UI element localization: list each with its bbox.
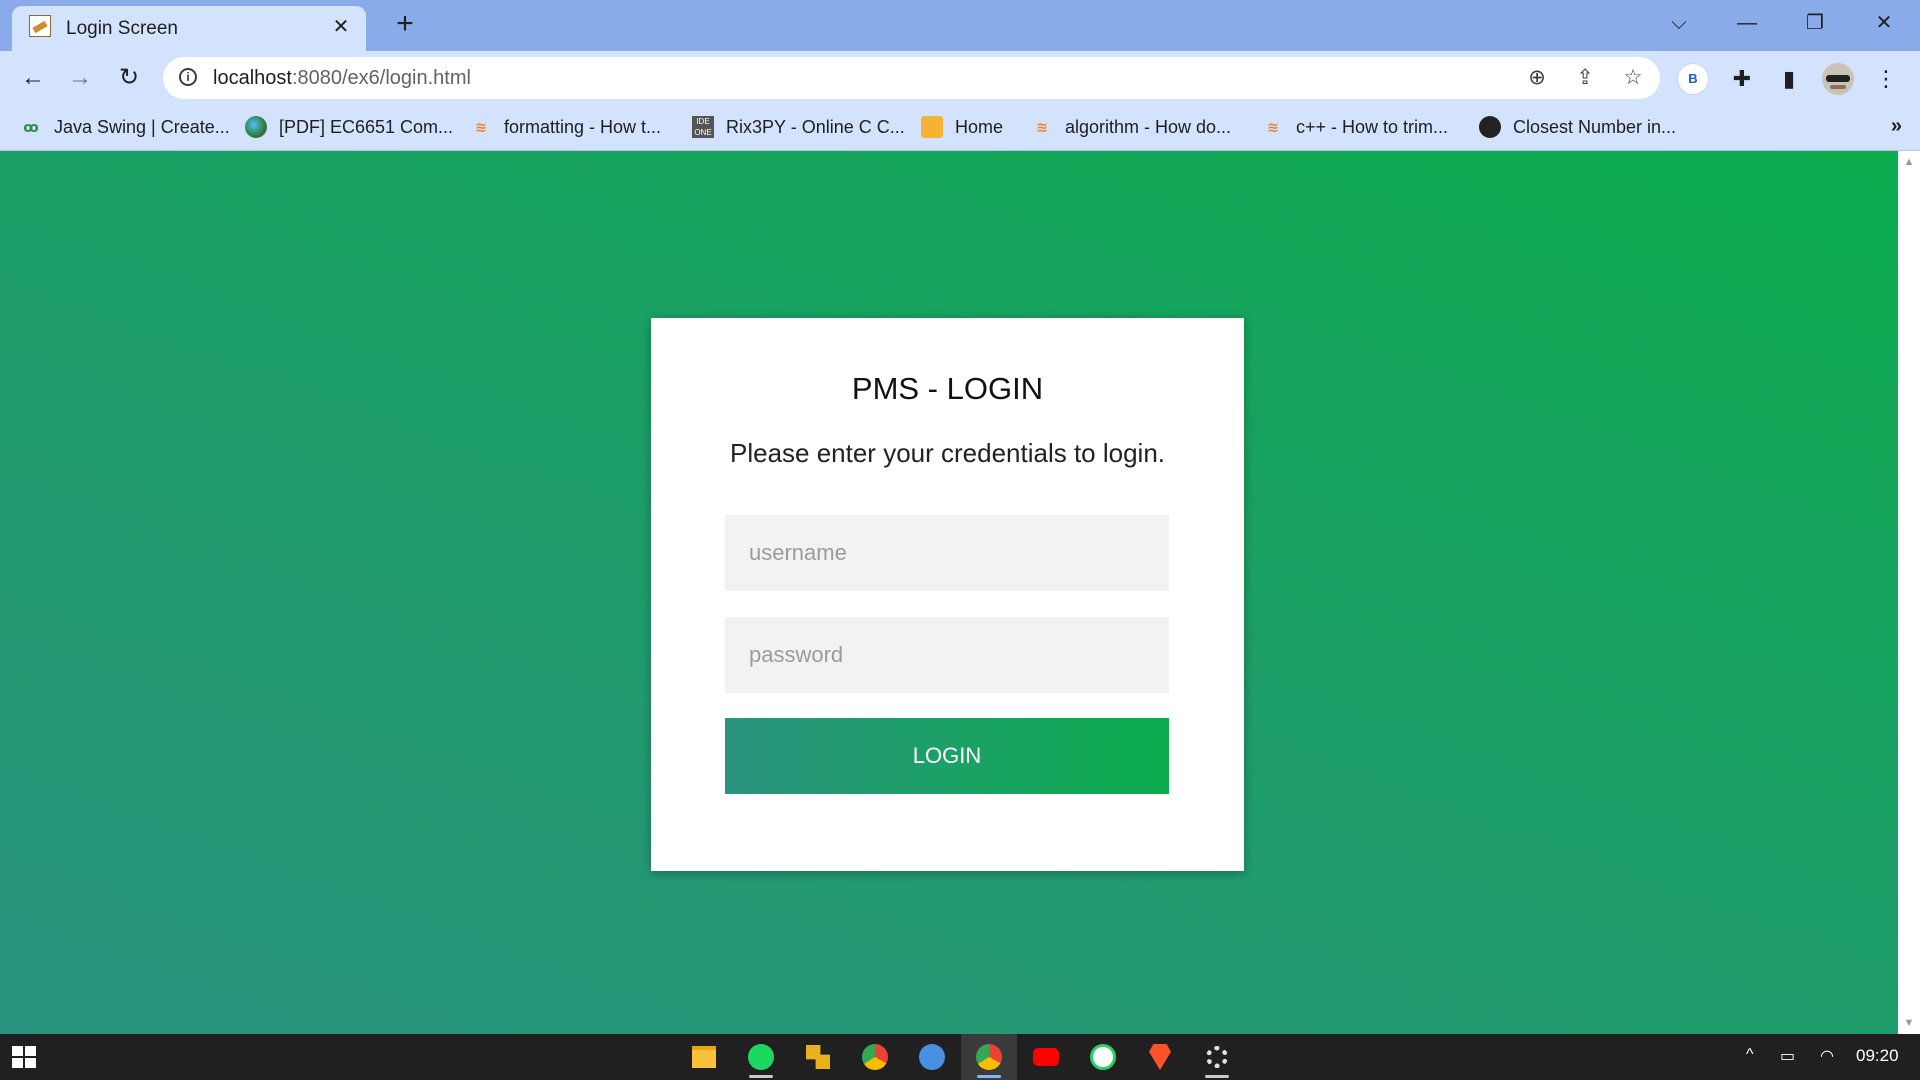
close-tab-icon[interactable]: ✕: [330, 16, 352, 38]
brave-icon[interactable]: [1132, 1034, 1188, 1080]
bookmark-label: c++ - How to trim...: [1296, 116, 1449, 137]
browser-tab[interactable]: Login Screen ✕: [12, 6, 366, 51]
image-icon: [29, 15, 51, 37]
bookmark-item[interactable]: ≋ formatting - How t...: [470, 114, 661, 140]
login-subtitle: Please enter your credentials to login.: [729, 438, 1166, 468]
stackoverflow-icon: ≋: [1267, 119, 1279, 135]
stackoverflow-icon: ≋: [475, 119, 487, 135]
settings-icon[interactable]: [1189, 1034, 1245, 1080]
windows-start-icon[interactable]: [12, 1046, 36, 1068]
network-icon[interactable]: ▭: [1780, 1046, 1795, 1066]
browser-toolbar: ← → ↻ i localhost:8080/ex6/login.html ⊕ …: [0, 51, 1920, 105]
app-icon[interactable]: [790, 1034, 846, 1080]
bookmark-label: algorithm - How do...: [1065, 116, 1232, 137]
youtube-icon[interactable]: [1018, 1034, 1074, 1080]
bookmarks-bar: ꝏ Java Swing | Create... [PDF] EC6651 Co…: [0, 105, 1920, 151]
login-card: PMS - LOGIN Please enter your credential…: [651, 318, 1244, 871]
site-info-icon[interactable]: i: [179, 68, 197, 86]
tab-search-icon[interactable]: ⌵: [1659, 8, 1699, 38]
scroll-down-icon[interactable]: ▼: [1898, 1017, 1920, 1029]
wifi-icon[interactable]: ◠: [1820, 1046, 1834, 1066]
password-input[interactable]: [725, 617, 1169, 693]
chrome-active-icon[interactable]: [961, 1034, 1017, 1080]
bookmark-item[interactable]: ≋ algorithm - How do...: [1031, 114, 1231, 140]
login-button[interactable]: LOGIN: [725, 718, 1169, 794]
tab-title: Login Screen: [66, 18, 178, 39]
whatsapp-icon[interactable]: [1075, 1034, 1131, 1080]
spotify-blue-icon[interactable]: [904, 1034, 960, 1080]
bookmark-label: formatting - How t...: [504, 116, 662, 137]
close-window-button[interactable]: ✕: [1864, 8, 1904, 38]
taskbar: ^ ▭ ◠ 09:20: [0, 1034, 1920, 1080]
url-path: :8080/ex6/login.html: [291, 67, 471, 89]
globe-icon: [1479, 116, 1501, 138]
url-host: localhost: [213, 67, 292, 89]
globe-color-icon: [245, 116, 267, 138]
chrome-icon[interactable]: [847, 1034, 903, 1080]
stackoverflow-icon: ≋: [1036, 119, 1048, 135]
address-bar[interactable]: i localhost:8080/ex6/login.html ⊕ ⇪ ☆: [163, 57, 1660, 99]
bookmarks-overflow-icon[interactable]: »: [1891, 115, 1902, 138]
zoom-icon[interactable]: ⊕: [1523, 64, 1551, 92]
bookmark-label: Java Swing | Create...: [54, 116, 230, 137]
scroll-up-icon[interactable]: ▲: [1898, 156, 1920, 168]
bookmark-item[interactable]: ≋ c++ - How to trim...: [1262, 114, 1448, 140]
tray-chevron-icon[interactable]: ^: [1746, 1046, 1754, 1064]
clock[interactable]: 09:20: [1856, 1046, 1899, 1066]
file-explorer-icon[interactable]: [676, 1034, 732, 1080]
minimize-button[interactable]: —: [1727, 8, 1767, 38]
profile-avatar[interactable]: [1822, 63, 1854, 95]
tab-strip: Login Screen ✕ + ⌵ — ❐ ✕: [0, 0, 1920, 51]
side-panel-icon[interactable]: ▮: [1773, 63, 1805, 95]
url-text[interactable]: localhost:8080/ex6/login.html: [213, 67, 471, 90]
forward-icon[interactable]: →: [63, 61, 97, 95]
spotify-icon[interactable]: [733, 1034, 789, 1080]
bookmark-label: Rix3PY - Online C C...: [726, 116, 905, 137]
bookmark-label: Closest Number in...: [1513, 116, 1677, 137]
bookmark-label: [PDF] EC6651 Com...: [279, 116, 454, 137]
reload-icon[interactable]: ↻: [112, 61, 146, 95]
bookmark-item[interactable]: [PDF] EC6651 Com...: [245, 114, 453, 140]
extensions-icon[interactable]: ✚: [1726, 63, 1758, 95]
bookmark-label: Home: [955, 116, 1004, 137]
restore-button[interactable]: ❐: [1795, 8, 1835, 38]
username-input[interactable]: [725, 515, 1169, 591]
menu-icon[interactable]: ⋮: [1870, 63, 1902, 95]
bookmark-star-icon[interactable]: ☆: [1619, 64, 1647, 92]
bookmark-item[interactable]: ꝏ Java Swing | Create...: [20, 114, 230, 140]
back-icon[interactable]: ←: [16, 61, 50, 95]
box-icon: [921, 116, 943, 138]
bookmark-item[interactable]: Closest Number in...: [1479, 114, 1676, 140]
bookmark-item[interactable]: IDE ONE Rix3PY - Online C C...: [692, 114, 905, 140]
vertical-scrollbar[interactable]: ▲ ▼: [1898, 151, 1920, 1034]
login-title: PMS - LOGIN: [851, 371, 1044, 406]
share-icon[interactable]: ⇪: [1571, 64, 1599, 92]
page-viewport: PMS - LOGIN Please enter your credential…: [0, 151, 1898, 1034]
new-tab-button[interactable]: +: [390, 9, 420, 39]
bookmark-item[interactable]: Home: [921, 114, 1003, 140]
ideone-icon: IDE ONE: [692, 116, 714, 138]
extension-b-icon[interactable]: B: [1677, 63, 1709, 95]
geeksforgeeks-icon: ꝏ: [23, 119, 39, 135]
